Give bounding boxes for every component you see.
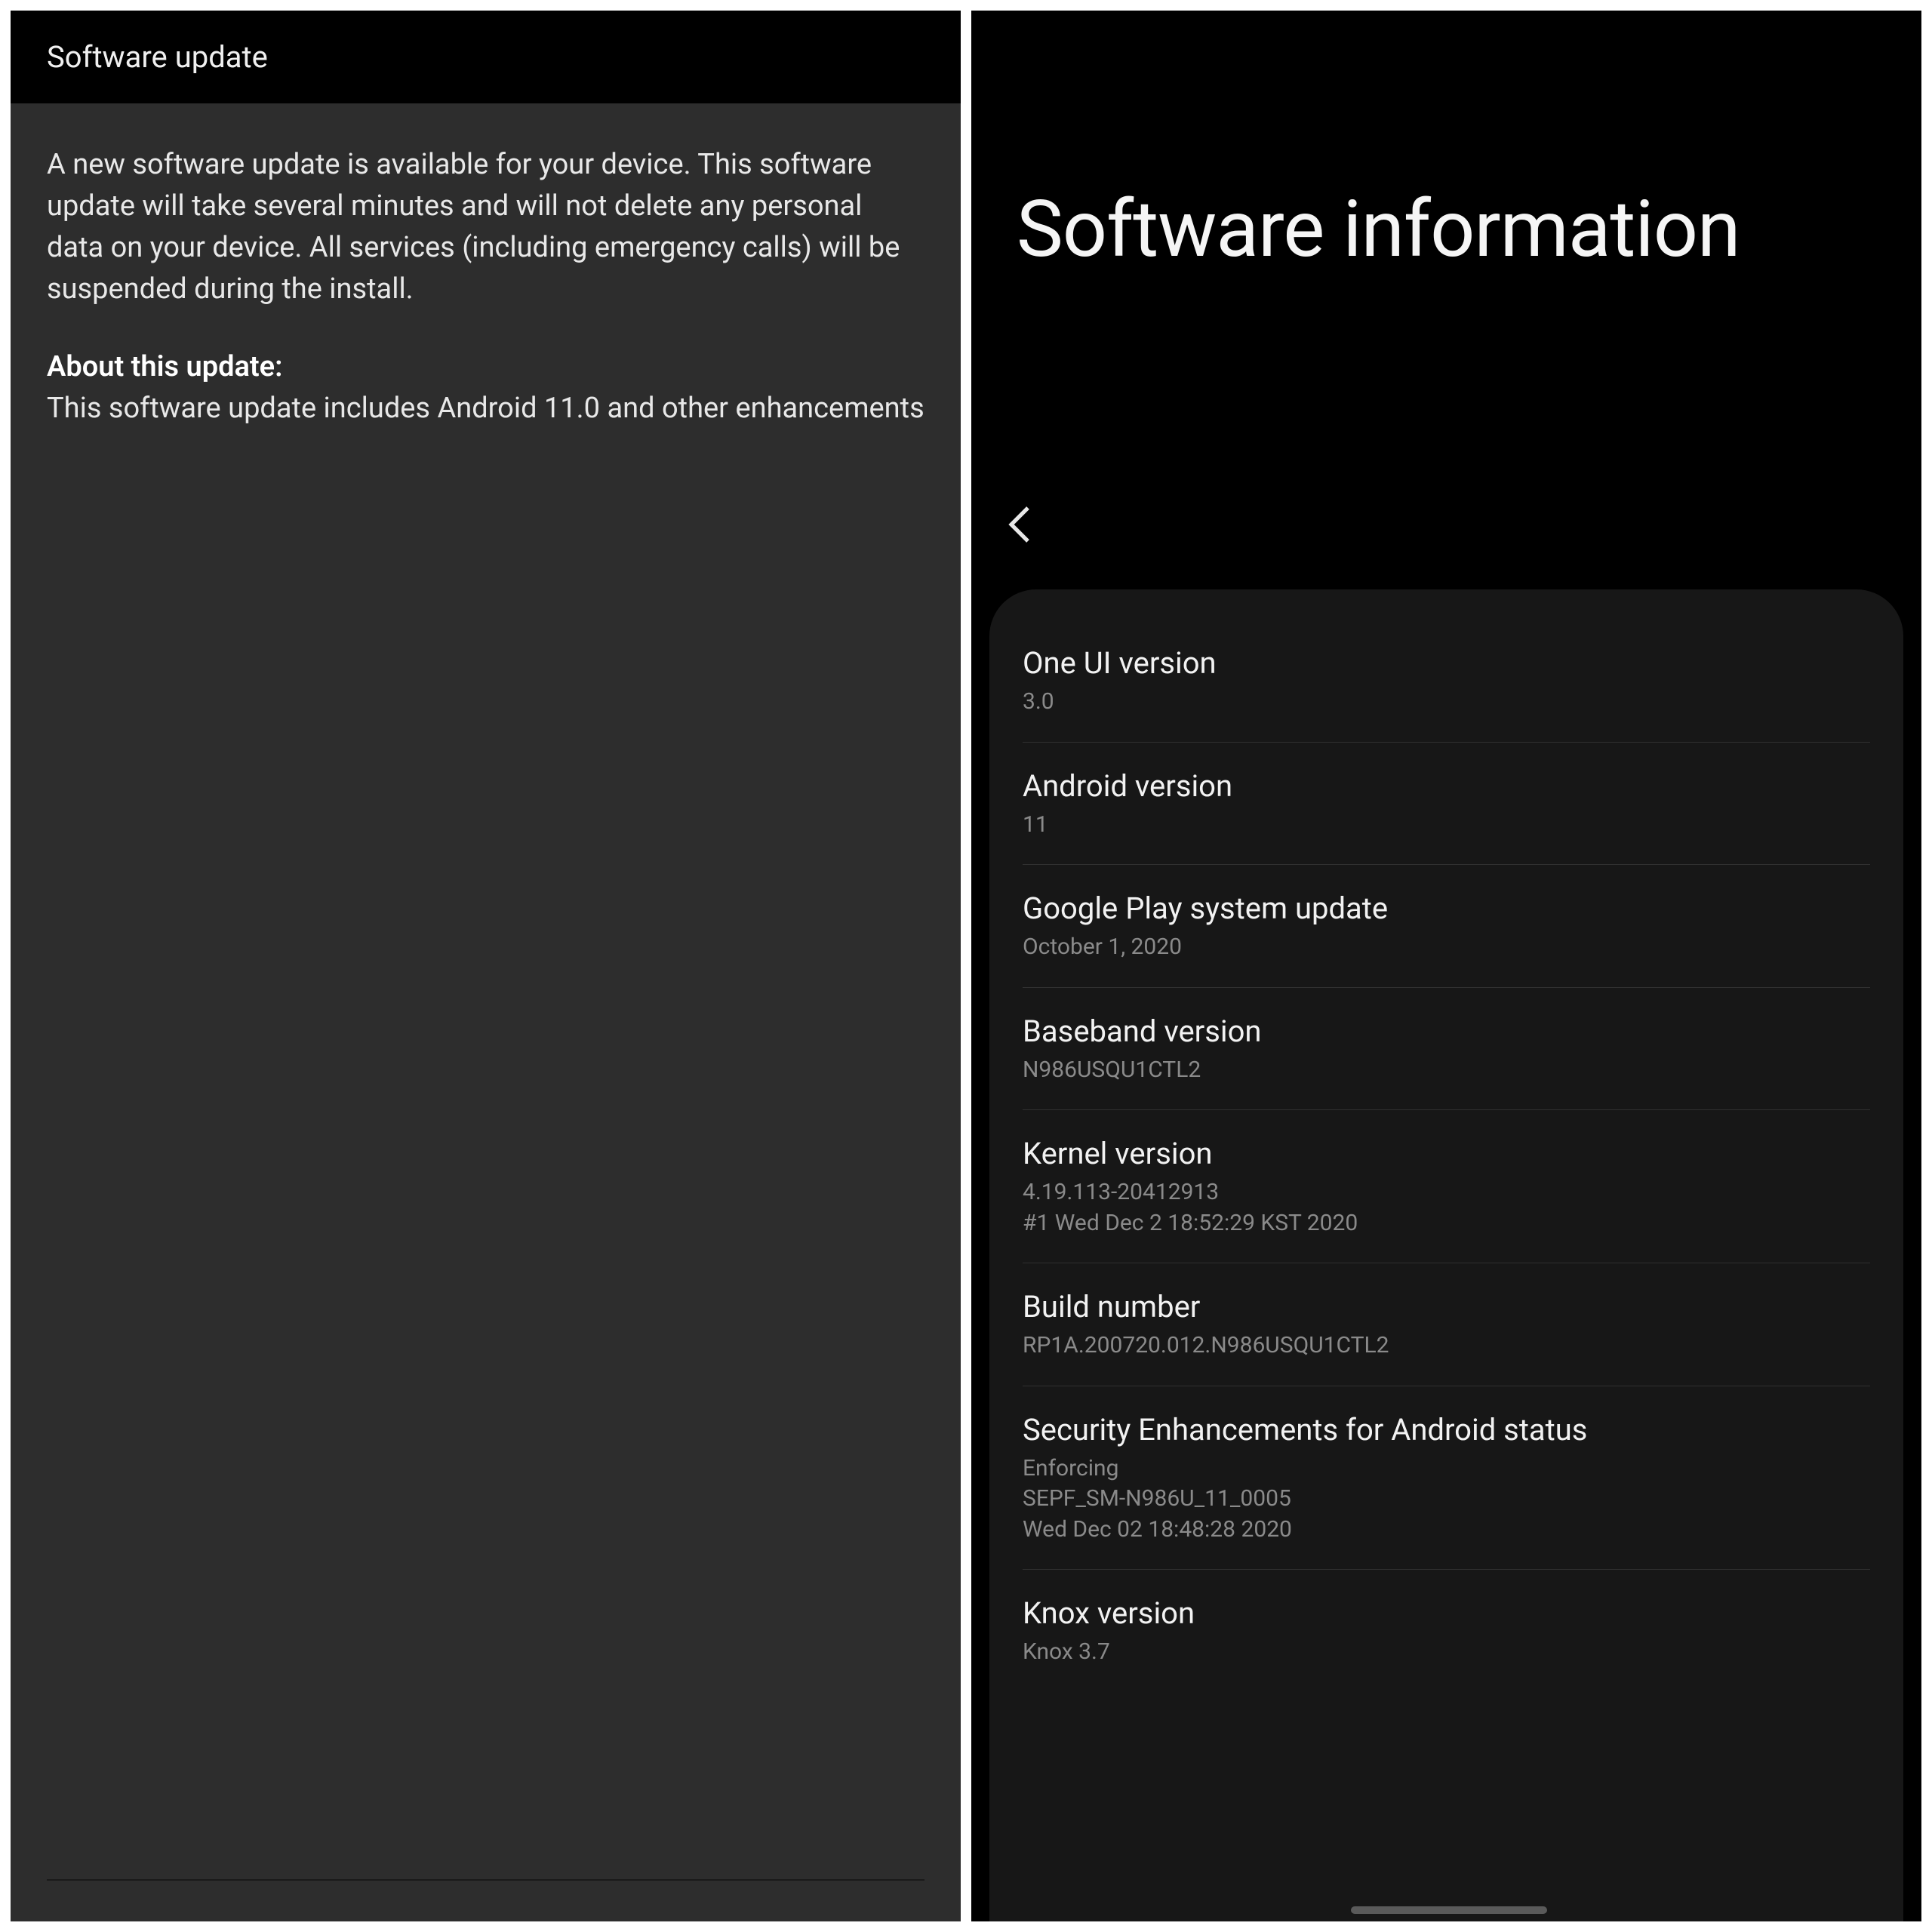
update-intro-text: A new software update is available for y…	[47, 144, 924, 310]
row-label: Build number	[1023, 1289, 1870, 1324]
row-value: 3.0	[1023, 687, 1870, 718]
info-row-play-update[interactable]: Google Play system update October 1, 202…	[1023, 865, 1870, 988]
row-value: N986USQU1CTL2	[1023, 1055, 1870, 1086]
row-value: October 1, 2020	[1023, 932, 1870, 963]
row-label: Google Play system update	[1023, 891, 1870, 926]
software-update-title: Software update	[47, 39, 924, 75]
info-row-se-android[interactable]: Security Enhancements for Android status…	[1023, 1386, 1870, 1571]
row-value: 4.19.113-20412913 #1 Wed Dec 2 18:52:29 …	[1023, 1177, 1870, 1238]
row-value: Enforcing SEPF_SM-N986U_11_0005 Wed Dec …	[1023, 1454, 1870, 1546]
back-icon[interactable]	[1003, 502, 1036, 550]
info-row-kernel[interactable]: Kernel version 4.19.113-20412913 #1 Wed …	[1023, 1110, 1870, 1263]
row-label: Kernel version	[1023, 1136, 1870, 1171]
row-value: RP1A.200720.012.N986USQU1CTL2	[1023, 1331, 1870, 1361]
footer-divider	[47, 1879, 924, 1881]
row-label: Android version	[1023, 768, 1870, 804]
row-label: Security Enhancements for Android status	[1023, 1412, 1870, 1447]
software-info-card[interactable]: One UI version 3.0 Android version 11 Go…	[989, 589, 1903, 1921]
software-update-header: Software update	[11, 11, 961, 103]
row-value: Knox 3.7	[1023, 1637, 1870, 1668]
info-row-android[interactable]: Android version 11	[1023, 743, 1870, 866]
dual-screenshot-container: Software update A new software update is…	[0, 0, 1932, 1932]
row-label: One UI version	[1023, 645, 1870, 681]
software-update-panel: Software update A new software update is…	[11, 11, 961, 1921]
info-row-baseband[interactable]: Baseband version N986USQU1CTL2	[1023, 988, 1870, 1111]
row-label: Baseband version	[1023, 1014, 1870, 1049]
row-label: Knox version	[1023, 1595, 1870, 1631]
about-update-label: About this update:	[47, 346, 924, 388]
software-update-body[interactable]: A new software update is available for y…	[11, 103, 961, 1921]
page-title-area: Software information	[971, 11, 1921, 275]
row-value: 11	[1023, 810, 1870, 841]
software-information-panel: Software information One UI version 3.0 …	[971, 11, 1921, 1921]
info-row-one-ui[interactable]: One UI version 3.0	[1023, 620, 1870, 743]
info-row-build[interactable]: Build number RP1A.200720.012.N986USQU1CT…	[1023, 1263, 1870, 1386]
page-title: Software information	[1017, 184, 1876, 275]
navigation-bar	[971, 275, 1921, 589]
about-update-text: This software update includes Android 11…	[47, 388, 924, 429]
info-row-knox[interactable]: Knox version Knox 3.7	[1023, 1570, 1870, 1692]
home-indicator[interactable]	[1351, 1906, 1547, 1914]
